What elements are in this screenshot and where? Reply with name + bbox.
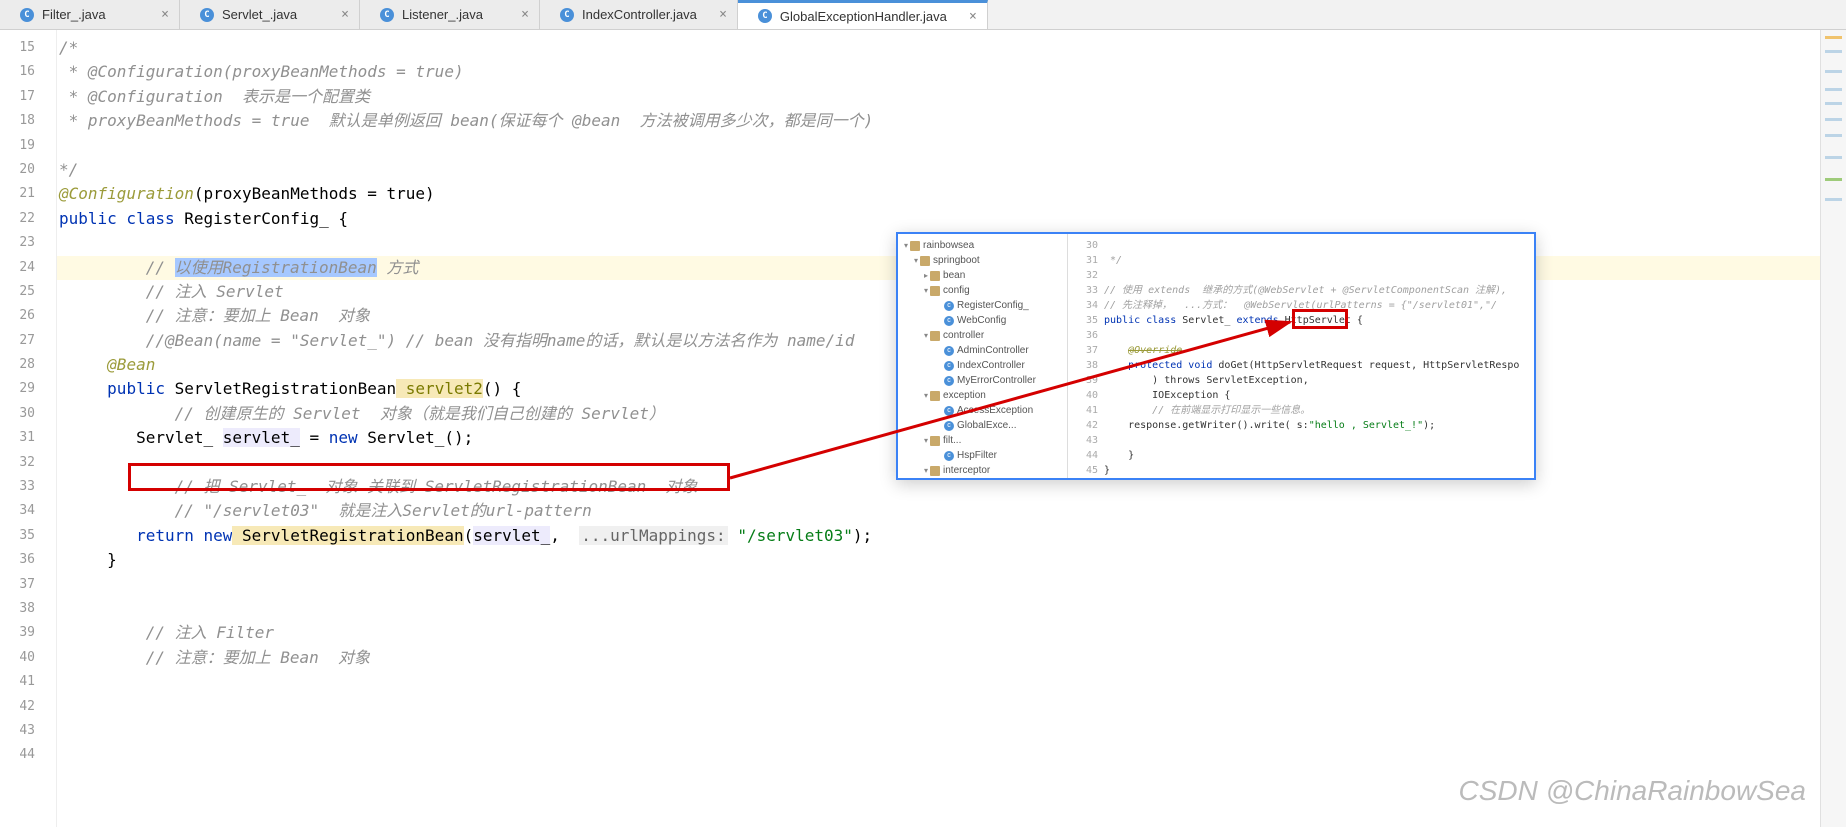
tree-folder[interactable]: ▾rainbowsea	[898, 238, 1067, 253]
tab-filter[interactable]: C Filter_.java ×	[0, 0, 180, 29]
tab-indexcontroller[interactable]: C IndexController.java ×	[540, 0, 738, 29]
quick-definition-popup[interactable]: ▾rainbowsea▾springboot▸bean▾configcRegis…	[896, 232, 1536, 480]
tab-globalexceptionhandler[interactable]: C GlobalExceptionHandler.java ×	[738, 0, 988, 29]
tree-class[interactable]: cHspFilter	[898, 448, 1067, 463]
tab-label: Servlet_.java	[222, 7, 297, 22]
tab-label: Filter_.java	[42, 7, 106, 22]
popup-lines: */ // 使用 extends 继承的方式(@WebServlet + @Se…	[1104, 234, 1534, 478]
close-icon[interactable]: ×	[719, 7, 727, 22]
tree-folder[interactable]: ▾exception	[898, 388, 1067, 403]
class-icon: C	[380, 8, 394, 22]
tree-class[interactable]: cAdminController	[898, 343, 1067, 358]
tree-folder[interactable]: ▾controller	[898, 328, 1067, 343]
tab-label: GlobalExceptionHandler.java	[780, 9, 947, 24]
close-icon[interactable]: ×	[969, 9, 977, 24]
tab-label: IndexController.java	[582, 7, 697, 22]
close-icon[interactable]: ×	[161, 7, 169, 22]
tree-class[interactable]: cIndexController	[898, 358, 1067, 373]
tab-label: Listener_.java	[402, 7, 483, 22]
class-icon: C	[20, 8, 34, 22]
tree-class[interactable]: cWebConfig	[898, 313, 1067, 328]
tree-class[interactable]: cMyErrorController	[898, 373, 1067, 388]
close-icon[interactable]: ×	[341, 7, 349, 22]
tree-class[interactable]: cAccessException	[898, 403, 1067, 418]
tree-folder[interactable]: ▾springboot	[898, 253, 1067, 268]
tree-folder[interactable]: ▾filt...	[898, 433, 1067, 448]
tree-folder[interactable]: ▾config	[898, 283, 1067, 298]
minimap-scrollbar[interactable]	[1820, 30, 1846, 827]
class-icon: C	[758, 9, 772, 23]
class-icon: C	[200, 8, 214, 22]
popup-gutter: 30313233343536373839404142434445	[1068, 234, 1104, 478]
tree-folder[interactable]: ▸bean	[898, 268, 1067, 283]
project-tree[interactable]: ▾rainbowsea▾springboot▸bean▾configcRegis…	[898, 234, 1068, 478]
editor-tabs: C Filter_.java × C Servlet_.java × C Lis…	[0, 0, 1846, 30]
fold-column	[45, 30, 57, 827]
line-gutter: 1516171819202122232425262728293031323334…	[0, 30, 45, 827]
tree-class[interactable]: cGlobalExce...	[898, 418, 1067, 433]
tree-class[interactable]: cRegisterConfig_	[898, 298, 1067, 313]
class-icon: C	[560, 8, 574, 22]
popup-code[interactable]: 30313233343536373839404142434445 */ // 使…	[1068, 234, 1534, 478]
close-icon[interactable]: ×	[521, 7, 529, 22]
tab-listener[interactable]: C Listener_.java ×	[360, 0, 540, 29]
tab-servlet[interactable]: C Servlet_.java ×	[180, 0, 360, 29]
tree-folder[interactable]: ▾interceptor	[898, 463, 1067, 478]
